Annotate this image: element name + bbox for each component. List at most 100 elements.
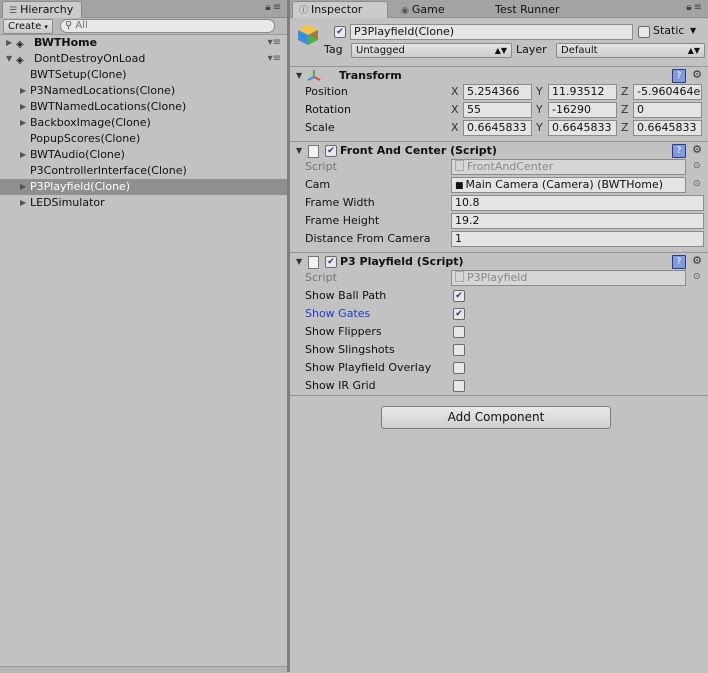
- axis-y-label[interactable]: Y: [536, 120, 543, 136]
- help-icon[interactable]: ?: [672, 255, 686, 269]
- axis-x-label[interactable]: X: [451, 102, 459, 118]
- help-icon[interactable]: ?: [672, 144, 686, 158]
- lock-icon[interactable]: 🔒︎: [686, 2, 693, 13]
- hierarchy-item-label: LEDSimulator: [30, 196, 105, 209]
- info-icon: ⓘ: [299, 6, 309, 16]
- object-header: ✔ P3Playfield(Clone) ✔ Static ▼ Tag Unta…: [290, 17, 708, 65]
- axis-y-label[interactable]: Y: [536, 84, 543, 100]
- option-checkbox[interactable]: [453, 380, 465, 392]
- tab-test-runner[interactable]: Test Runner: [488, 1, 569, 18]
- axis-y-label[interactable]: Y: [536, 102, 543, 118]
- axis-x-label[interactable]: X: [451, 120, 459, 136]
- distance-field[interactable]: 1: [451, 231, 704, 247]
- transform-rotation-y-field[interactable]: -16290: [548, 102, 617, 118]
- tab-inspector[interactable]: ⓘ Inspector: [292, 1, 388, 18]
- hierarchy-item[interactable]: ▶ P3Playfield(Clone): [0, 179, 287, 195]
- active-checkbox[interactable]: ✔: [334, 26, 346, 38]
- object-picker-icon[interactable]: ⊙: [693, 272, 701, 282]
- distance-label: Distance From Camera: [305, 232, 431, 245]
- axis-z-label[interactable]: Z: [621, 84, 629, 100]
- inspector-panel: ⓘ Inspector ◉ Game Test Runner 🔒︎≡ ✔ P3Pla…: [290, 0, 708, 672]
- option-checkbox[interactable]: [453, 344, 465, 356]
- transform-position-x-field[interactable]: 5.254366: [463, 84, 532, 100]
- p3-playfield-header[interactable]: ▼ ✔ P3 Playfield (Script) ? ⚙: [290, 252, 708, 271]
- search-box[interactable]: ⚲: [60, 19, 275, 33]
- expand-right-icon[interactable]: ▶: [20, 147, 26, 163]
- option-label: Show Flippers: [305, 325, 382, 338]
- hierarchy-item[interactable]: ▶ BWTAudio(Clone): [0, 147, 287, 163]
- transform-position-y-field[interactable]: 11.93512: [548, 84, 617, 100]
- static-dropdown-icon[interactable]: ▼: [690, 23, 696, 39]
- axis-z-label[interactable]: Z: [621, 102, 629, 118]
- hierarchy-item-label: BWTSetup(Clone): [30, 68, 127, 81]
- hierarchy-item[interactable]: BWTSetup(Clone): [0, 67, 287, 83]
- transform-scale-x-field[interactable]: 0.6645833: [463, 120, 532, 136]
- scene-menu-icon[interactable]: ▾≡: [268, 51, 281, 67]
- hierarchy-item[interactable]: ▼ ◈ DontDestroyOnLoad ▾≡: [0, 51, 287, 67]
- axis-z-label[interactable]: Z: [621, 120, 629, 136]
- fold-down-icon[interactable]: ▼: [296, 257, 302, 266]
- fold-down-icon[interactable]: ▼: [296, 71, 302, 80]
- transform-rotation-z-field[interactable]: 0: [633, 102, 702, 118]
- caret-down-icon: ▾: [44, 23, 48, 31]
- hierarchy-item-label: DontDestroyOnLoad: [34, 52, 146, 65]
- gear-icon[interactable]: ⚙: [692, 254, 702, 267]
- front-and-center-header[interactable]: ▼ ✔ Front And Center (Script) ? ⚙: [290, 141, 708, 160]
- fold-down-icon[interactable]: ▼: [296, 146, 302, 155]
- hierarchy-tab[interactable]: ☰ Hierarchy: [2, 1, 83, 18]
- script-field: FrontAndCenter: [451, 159, 686, 175]
- help-icon[interactable]: ?: [672, 69, 686, 83]
- expand-down-icon[interactable]: ▼: [6, 51, 12, 67]
- expand-right-icon[interactable]: ▶: [20, 99, 26, 115]
- gear-icon[interactable]: ⚙: [692, 68, 702, 81]
- hierarchy-item[interactable]: ▶ BackboxImage(Clone): [0, 115, 287, 131]
- hierarchy-item-label: P3ControllerInterface(Clone): [30, 164, 187, 177]
- hierarchy-item[interactable]: ▶ ◈ BWTHome ▾≡: [0, 35, 287, 51]
- p3-playfield-enabled-checkbox[interactable]: ✔: [325, 256, 337, 268]
- option-checkbox[interactable]: [453, 362, 465, 374]
- hierarchy-item-label: BWTHome: [34, 36, 98, 49]
- transform-position-z-field[interactable]: -5.960464e: [633, 84, 702, 100]
- tag-dropdown[interactable]: Untagged ▲▼: [351, 43, 512, 58]
- lock-icon[interactable]: 🔒︎: [265, 2, 272, 13]
- tab-menu-icon[interactable]: ≡: [273, 2, 283, 13]
- hierarchy-item[interactable]: P3ControllerInterface(Clone): [0, 163, 287, 179]
- expand-right-icon[interactable]: ▶: [6, 35, 12, 51]
- hierarchy-item[interactable]: ▶ LEDSimulator: [0, 195, 287, 211]
- transform-scale-y-field[interactable]: 0.6645833: [548, 120, 617, 136]
- frame-width-label: Frame Width: [305, 196, 375, 209]
- frame-width-field[interactable]: 10.8: [451, 195, 704, 211]
- hierarchy-item[interactable]: ▶ BWTNamedLocations(Clone): [0, 99, 287, 115]
- object-name-field[interactable]: P3Playfield(Clone): [350, 24, 633, 40]
- object-picker-icon[interactable]: ⊙: [693, 161, 701, 171]
- hierarchy-item-label: P3Playfield(Clone): [30, 180, 131, 193]
- expand-right-icon[interactable]: ▶: [20, 195, 26, 211]
- expand-right-icon[interactable]: ▶: [20, 179, 26, 195]
- frame-height-field[interactable]: 19.2: [451, 213, 704, 229]
- scene-menu-icon[interactable]: ▾≡: [268, 35, 281, 51]
- create-button[interactable]: Create ▾: [3, 19, 53, 34]
- front-and-center-enabled-checkbox[interactable]: ✔: [325, 145, 337, 157]
- tab-game[interactable]: ◉ Game: [394, 1, 454, 18]
- layer-dropdown[interactable]: Default ▲▼: [556, 43, 705, 58]
- hierarchy-item[interactable]: ▶ P3NamedLocations(Clone): [0, 83, 287, 99]
- static-checkbox[interactable]: ✔: [638, 26, 650, 38]
- script-field: P3Playfield: [451, 270, 686, 286]
- option-checkbox[interactable]: ✔: [453, 308, 465, 320]
- expand-right-icon[interactable]: ▶: [20, 115, 26, 131]
- option-checkbox[interactable]: [453, 326, 465, 338]
- object-picker-icon[interactable]: ⊙: [693, 179, 701, 189]
- add-component-button[interactable]: Add Component: [381, 406, 611, 429]
- option-checkbox[interactable]: ✔: [453, 290, 465, 302]
- transform-scale-z-field[interactable]: 0.6645833: [633, 120, 702, 136]
- transform-header[interactable]: ▼ Transform ? ⚙: [290, 66, 708, 85]
- transform-rotation-x-field[interactable]: 55: [463, 102, 532, 118]
- gear-icon[interactable]: ⚙: [692, 143, 702, 156]
- tab-menu-icon[interactable]: ≡: [694, 2, 704, 13]
- axis-x-label[interactable]: X: [451, 84, 459, 100]
- expand-right-icon[interactable]: ▶: [20, 83, 26, 99]
- cam-field[interactable]: ■ Main Camera (Camera) (BWTHome): [451, 177, 686, 193]
- search-input[interactable]: [75, 20, 216, 31]
- front-and-center-title: Front And Center (Script): [340, 144, 497, 157]
- hierarchy-item[interactable]: PopupScores(Clone): [0, 131, 287, 147]
